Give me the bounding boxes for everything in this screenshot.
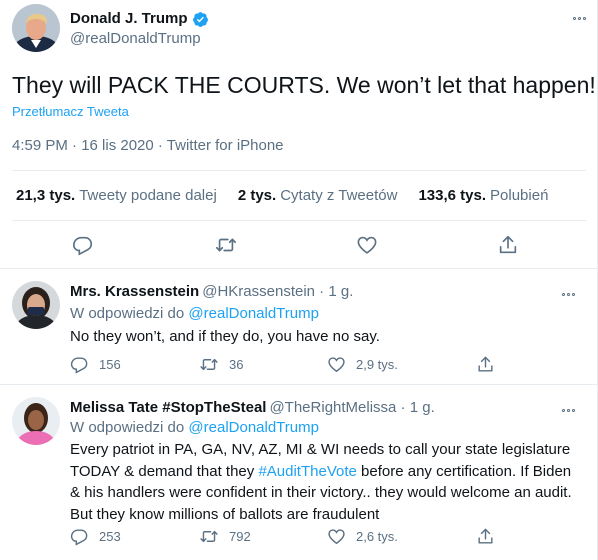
retweet-button[interactable] [214, 234, 238, 256]
reply-count: 253 [99, 529, 121, 544]
share-button[interactable] [476, 527, 495, 546]
hashtag-link[interactable]: #AuditTheVote [258, 463, 356, 480]
share-icon [499, 235, 517, 254]
replying-to-mention[interactable]: @realDonaldTrump [188, 419, 319, 436]
more-options-icon[interactable] [557, 403, 579, 417]
like-button[interactable] [356, 234, 378, 256]
tweet-text: They will PACK THE COURTS. We won’t let … [12, 72, 596, 98]
retweets-label: Tweety podane dalej [79, 187, 217, 204]
more-options-icon[interactable] [568, 11, 590, 25]
likes-label: Polubień [490, 187, 549, 204]
avatar[interactable] [12, 281, 60, 329]
divider [12, 220, 586, 221]
reply-tweet[interactable]: Mrs. Krassenstein @HKrassenstein · 1 g. W… [0, 269, 598, 384]
tweet-detail-page: Donald J. Trump @realDonaldTrump They wi… [0, 0, 598, 560]
reply-text: No they won’t, and if they do, you have … [70, 328, 380, 345]
tweet-stats: 21,3 tys. Tweety podane dalej 2 tys. Cytat… [16, 187, 569, 204]
retweet-icon [200, 530, 218, 543]
author-name[interactable]: Donald J. Trump [70, 9, 209, 29]
main-tweet-header: Donald J. Trump @realDonaldTrump [12, 4, 586, 56]
reply-count: 156 [99, 357, 121, 372]
like-count: 2,6 tys. [356, 529, 398, 544]
like-icon [328, 357, 345, 373]
reply-author-handle[interactable]: @HKrassenstein · 1 g. [202, 283, 353, 300]
retweet-icon [200, 358, 218, 371]
reply-author: Mrs. Krassenstein @HKrassenstein · 1 g. [70, 283, 353, 300]
more-options-icon[interactable] [557, 287, 579, 301]
likes-count: 133,6 tys. [418, 187, 487, 204]
author-handle[interactable]: @realDonaldTrump [70, 29, 209, 49]
replying-to: W odpowiedzi do @realDonaldTrump [70, 305, 319, 322]
reply-button[interactable]: 253 [70, 527, 121, 546]
main-tweet-actions [0, 232, 598, 258]
retweet-icon [216, 238, 236, 252]
translate-tweet-link[interactable]: Przetłumacz Tweeta [12, 104, 129, 119]
reply-author-name[interactable]: Mrs. Krassenstein [70, 283, 199, 300]
replying-to: W odpowiedzi do @realDonaldTrump [70, 419, 319, 436]
reply-tweet[interactable]: Melissa Tate #StopTheSteal @TheRightMelis… [0, 385, 598, 560]
reply-icon [70, 357, 88, 374]
quotes-label: Cytaty z Tweetów [280, 187, 398, 204]
replying-to-mention[interactable]: @realDonaldTrump [188, 305, 319, 322]
share-button[interactable] [497, 234, 519, 256]
like-icon [357, 236, 377, 254]
reply-icon [70, 529, 88, 546]
quotes-count: 2 tys. [237, 187, 277, 204]
replying-to-label: W odpowiedzi do [70, 419, 185, 436]
like-icon [328, 529, 345, 545]
avatar[interactable] [12, 4, 60, 52]
retweets-count: 21,3 tys. [16, 187, 76, 204]
verified-badge-icon [192, 11, 209, 28]
author-display-name[interactable]: Donald J. Trump [70, 9, 188, 29]
tweet-timestamp[interactable]: 4:59 PM · 16 lis 2020 · Twitter for iPho… [12, 137, 284, 154]
retweets-stat[interactable]: 21,3 tys. Tweety podane dalej [16, 187, 217, 204]
retweet-count: 792 [229, 529, 251, 544]
avatar[interactable] [12, 397, 60, 445]
author-block: Donald J. Trump @realDonaldTrump [70, 9, 209, 49]
reply-button[interactable] [72, 234, 94, 256]
share-button[interactable] [476, 355, 495, 374]
retweet-count: 36 [229, 357, 244, 372]
reply-button[interactable]: 156 [70, 355, 121, 374]
share-icon [478, 356, 493, 372]
reply-text: Every patriot in PA, GA, NV, AZ, MI & WI… [70, 439, 585, 525]
like-count: 2,9 tys. [356, 357, 398, 372]
share-icon [478, 528, 493, 544]
retweet-button[interactable]: 36 [199, 355, 243, 374]
quotes-stat[interactable]: 2 tys. Cytaty z Tweetów [238, 187, 398, 204]
reply-icon [73, 236, 93, 256]
replying-to-label: W odpowiedzi do [70, 305, 185, 322]
reply-author: Melissa Tate #StopTheSteal @TheRightMelis… [70, 399, 435, 416]
divider [12, 170, 586, 171]
reply-author-name[interactable]: Melissa Tate #StopTheSteal [70, 399, 266, 416]
like-button[interactable]: 2,6 tys. [327, 527, 398, 546]
likes-stat[interactable]: 133,6 tys. Polubień [418, 187, 548, 204]
like-button[interactable]: 2,9 tys. [327, 355, 398, 374]
reply-author-handle[interactable]: @TheRightMelissa · 1 g. [269, 399, 434, 416]
retweet-button[interactable]: 792 [199, 527, 251, 546]
